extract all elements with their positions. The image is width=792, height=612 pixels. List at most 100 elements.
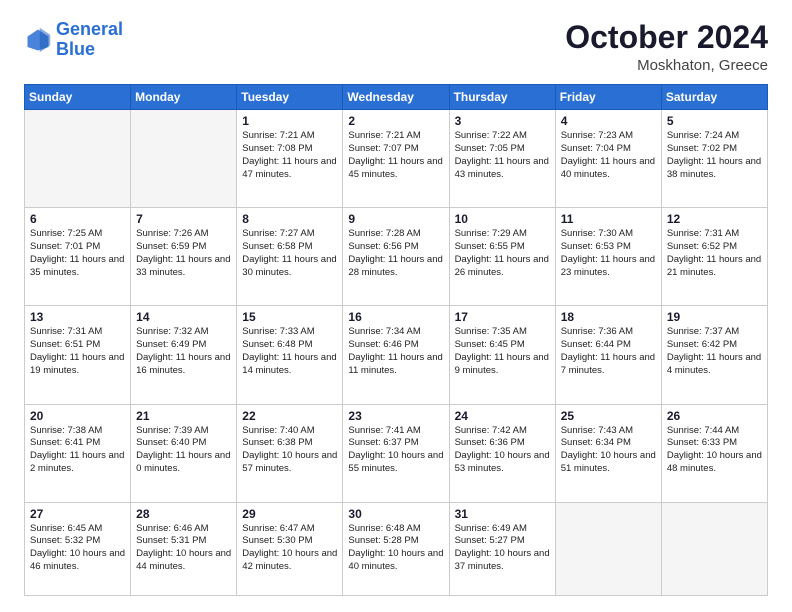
sunset-text: Sunset: 7:05 PM (455, 143, 525, 154)
daylight-text: Daylight: 11 hours and 0 minutes. (136, 450, 230, 474)
day-number: 26 (667, 409, 762, 423)
sunset-text: Sunset: 7:04 PM (561, 143, 631, 154)
sunrise-text: Sunrise: 7:23 AM (561, 130, 633, 141)
cell-info: Sunrise: 7:42 AMSunset: 6:36 PMDaylight:… (455, 425, 550, 476)
daylight-text: Daylight: 10 hours and 44 minutes. (136, 548, 231, 572)
sunset-text: Sunset: 5:30 PM (242, 535, 312, 546)
daylight-text: Daylight: 11 hours and 16 minutes. (136, 352, 230, 376)
daylight-text: Daylight: 11 hours and 19 minutes. (30, 352, 124, 376)
calendar-cell (131, 110, 237, 208)
sunset-text: Sunset: 5:32 PM (30, 535, 100, 546)
cell-info: Sunrise: 7:41 AMSunset: 6:37 PMDaylight:… (348, 425, 443, 476)
location: Moskhaton, Greece (565, 57, 768, 74)
weekday-header-monday: Monday (131, 85, 237, 110)
calendar-week-5: 27Sunrise: 6:45 AMSunset: 5:32 PMDayligh… (25, 502, 768, 595)
calendar-week-2: 6Sunrise: 7:25 AMSunset: 7:01 PMDaylight… (25, 208, 768, 306)
cell-info: Sunrise: 6:48 AMSunset: 5:28 PM Daylight:… (348, 523, 443, 574)
cell-info: Sunrise: 7:27 AMSunset: 6:58 PMDaylight:… (242, 228, 337, 279)
weekday-header-sunday: Sunday (25, 85, 131, 110)
day-number: 19 (667, 310, 762, 324)
logo-blue: Blue (56, 39, 95, 59)
sunrise-text: Sunrise: 6:49 AM (455, 523, 527, 534)
sunrise-text: Sunrise: 7:21 AM (348, 130, 420, 141)
sunrise-text: Sunrise: 7:35 AM (455, 326, 527, 337)
calendar-cell (555, 502, 661, 595)
day-number: 30 (348, 507, 443, 521)
calendar-cell: 28Sunrise: 6:46 AMSunset: 5:31 PMDayligh… (131, 502, 237, 595)
logo-general: General (56, 19, 123, 39)
calendar-cell: 6Sunrise: 7:25 AMSunset: 7:01 PMDaylight… (25, 208, 131, 306)
cell-info: Sunrise: 7:29 AMSunset: 6:55 PMDaylight:… (455, 228, 550, 279)
daylight-text: Daylight: 10 hours and 40 minutes. (348, 548, 443, 572)
sunset-text: Sunset: 6:46 PM (348, 339, 418, 350)
sunset-text: Sunset: 6:52 PM (667, 241, 737, 252)
calendar-cell: 7Sunrise: 7:26 AMSunset: 6:59 PMDaylight… (131, 208, 237, 306)
cell-info: Sunrise: 7:43 AMSunset: 6:34 PMDaylight:… (561, 425, 656, 476)
daylight-text: Daylight: 11 hours and 28 minutes. (348, 254, 442, 278)
sunset-text: Sunset: 6:37 PM (348, 437, 418, 448)
day-number: 17 (455, 310, 550, 324)
cell-info: Sunrise: 7:24 AM Sunset: 7:02 PM Daylight:… (667, 130, 762, 181)
daylight-text: Daylight: 10 hours and 53 minutes. (455, 450, 550, 474)
calendar-cell: 14Sunrise: 7:32 AMSunset: 6:49 PMDayligh… (131, 306, 237, 404)
daylight-text: Daylight: 11 hours and 2 minutes. (30, 450, 124, 474)
cell-info: Sunrise: 7:37 AMSunset: 6:42 PMDaylight:… (667, 326, 762, 377)
sunset-text: Sunset: 7:02 PM (667, 143, 737, 154)
day-number: 31 (455, 507, 550, 521)
sunrise-text: Sunrise: 7:34 AM (348, 326, 420, 337)
day-number: 28 (136, 507, 231, 521)
calendar-week-1: 1Sunrise: 7:21 AMSunset: 7:08 PMDaylight… (25, 110, 768, 208)
calendar-cell: 25Sunrise: 7:43 AMSunset: 6:34 PMDayligh… (555, 404, 661, 502)
calendar-cell: 27Sunrise: 6:45 AMSunset: 5:32 PMDayligh… (25, 502, 131, 595)
logo-icon (24, 26, 52, 54)
cell-info: Sunrise: 7:21 AMSunset: 7:07 PMDaylight:… (348, 130, 443, 181)
day-number: 29 (242, 507, 337, 521)
cell-info: Sunrise: 7:44 AMSunset: 6:33 PMDaylight:… (667, 425, 762, 476)
sunrise-text: Sunrise: 7:22 AM (455, 130, 527, 141)
calendar-header-row: SundayMondayTuesdayWednesdayThursdayFrid… (25, 85, 768, 110)
sunrise-text: Sunrise: 6:46 AM (136, 523, 208, 534)
sunrise-text: Sunrise: 7:44 AM (667, 425, 739, 436)
daylight-text: Daylight: 10 hours and 37 minutes. (455, 548, 550, 572)
sunrise-text: Sunrise: 7:43 AM (561, 425, 633, 436)
sunrise-text: Sunrise: 7:25 AM (30, 228, 102, 239)
sunrise-text: Sunrise: 7:28 AM (348, 228, 420, 239)
day-number: 11 (561, 212, 656, 226)
sunrise-text: Sunrise: 6:48 AM (348, 523, 420, 534)
sunrise-text: Sunrise: 7:31 AM (30, 326, 102, 337)
day-number: 3 (455, 114, 550, 128)
calendar-cell: 23 Sunrise: 7:41 AMSunset: 6:37 PMDayligh… (343, 404, 449, 502)
daylight-text: Daylight: 11 hours and 38 minutes. (667, 156, 761, 180)
sunrise-text: Sunrise: 7:32 AM (136, 326, 208, 337)
calendar-cell: 8Sunrise: 7:27 AMSunset: 6:58 PMDaylight… (237, 208, 343, 306)
calendar-cell: 9Sunrise: 7:28 AMSunset: 6:56 PMDaylight… (343, 208, 449, 306)
sunrise-text: Sunrise: 6:45 AM (30, 523, 102, 534)
cell-info: Sunrise: 6:45 AMSunset: 5:32 PMDaylight:… (30, 523, 125, 574)
daylight-text: Daylight: 10 hours and 55 minutes. (348, 450, 443, 474)
sunset-text: Sunset: 7:07 PM (348, 143, 418, 154)
cell-info: Sunrise: 7:31 AMSunset: 6:52 PMDaylight:… (667, 228, 762, 279)
calendar-cell: 29Sunrise: 6:47 AMSunset: 5:30 PMDayligh… (237, 502, 343, 595)
page: General Blue October 2024 Moskhaton, Gre… (0, 0, 792, 612)
sunset-text: Sunset: 7:01 PM (30, 241, 100, 252)
sunrise-text: Sunrise: 7:29 AM (455, 228, 527, 239)
sunrise-text: Sunrise: 7:24 AM (667, 130, 739, 141)
cell-info: Sunrise: 7:38 AMSunset: 6:41 PMDaylight:… (30, 425, 125, 476)
sunrise-text: Sunrise: 7:31 AM (667, 228, 739, 239)
month-title: October 2024 (565, 20, 768, 55)
calendar-cell: 1Sunrise: 7:21 AMSunset: 7:08 PMDaylight… (237, 110, 343, 208)
daylight-text: Daylight: 11 hours and 35 minutes. (30, 254, 124, 278)
day-number: 23 (348, 409, 443, 423)
sunset-text: Sunset: 6:34 PM (561, 437, 631, 448)
sunset-text: Sunset: 6:59 PM (136, 241, 206, 252)
sunset-text: Sunset: 5:28 PM (348, 535, 418, 546)
calendar-cell: 31 Sunrise: 6:49 AMSunset: 5:27 PMDayligh… (449, 502, 555, 595)
calendar-cell: 20Sunrise: 7:38 AMSunset: 6:41 PMDayligh… (25, 404, 131, 502)
cell-info: Sunrise: 6:49 AMSunset: 5:27 PMDaylight:… (455, 523, 550, 574)
cell-info: Sunrise: 7:25 AM Sunset: 7:01 PM Daylight:… (30, 228, 125, 279)
sunrise-text: Sunrise: 7:37 AM (667, 326, 739, 337)
sunrise-text: Sunrise: 7:36 AM (561, 326, 633, 337)
day-number: 24 (455, 409, 550, 423)
calendar-cell: 11Sunrise: 7:30 AMSunset: 6:53 PMDayligh… (555, 208, 661, 306)
calendar-cell: 15Sunrise: 7:33 AMSunset: 6:48 PMDayligh… (237, 306, 343, 404)
